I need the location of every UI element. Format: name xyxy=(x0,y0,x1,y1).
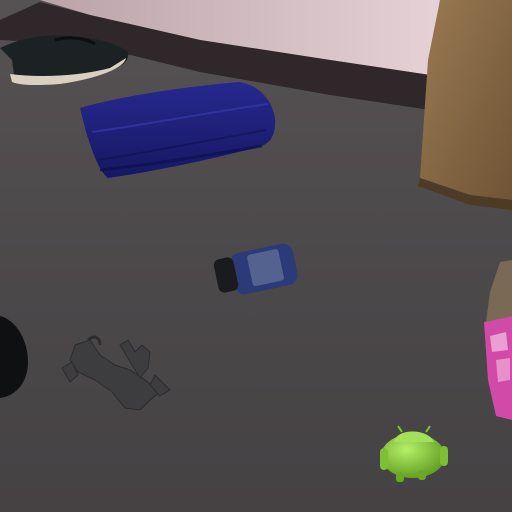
scene xyxy=(0,0,512,512)
scene-canvas xyxy=(0,0,512,512)
